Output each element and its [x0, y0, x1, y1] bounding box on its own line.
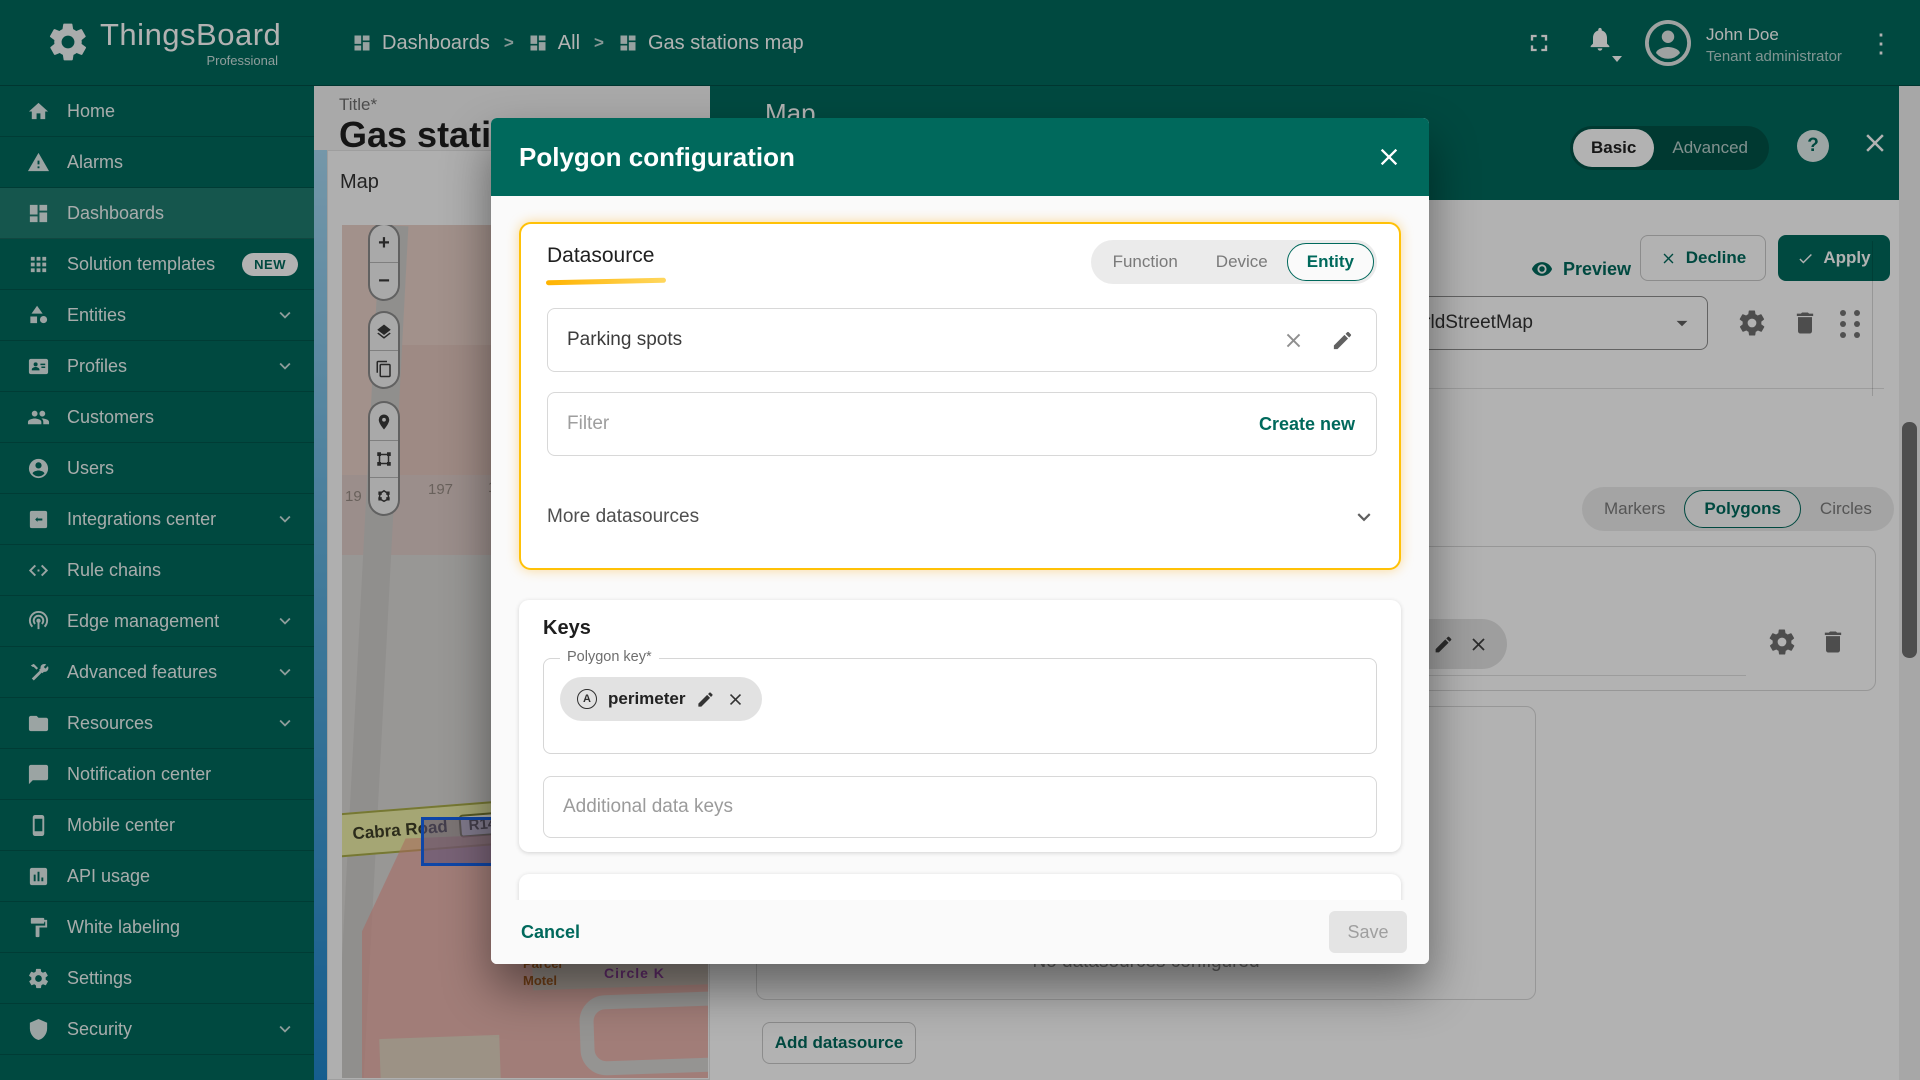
- dialog-close-icon[interactable]: [1375, 143, 1403, 171]
- create-new-filter-link[interactable]: Create new: [1259, 414, 1355, 435]
- keys-section: Keys Polygon key* A perimeter Additional…: [519, 600, 1401, 852]
- clear-entity-icon[interactable]: [1282, 329, 1305, 352]
- polygon-key-chip-label: perimeter: [608, 689, 685, 709]
- dialog-header: Polygon configuration: [491, 118, 1429, 196]
- toggle-function[interactable]: Function: [1094, 243, 1197, 281]
- keys-heading: Keys: [543, 617, 591, 640]
- dialog-title: Polygon configuration: [519, 142, 795, 173]
- datasource-highlight-underline: [546, 278, 666, 286]
- toggle-entity[interactable]: Entity: [1287, 243, 1374, 281]
- polygon-key-fieldset[interactable]: Polygon key* A perimeter: [543, 658, 1377, 754]
- filter-placeholder: Filter: [548, 413, 609, 435]
- datasource-type-toggle: Function Device Entity: [1091, 240, 1377, 284]
- chevron-down-icon: [1351, 504, 1377, 530]
- attribute-type-icon: A: [577, 689, 597, 709]
- more-datasources-expander[interactable]: More datasources: [547, 486, 1377, 548]
- thingsboard-app: ThingsBoard Professional Dashboards > Al…: [0, 0, 1920, 1080]
- dialog-footer: Cancel Save: [491, 900, 1429, 964]
- entity-field[interactable]: Parking spots: [547, 308, 1377, 372]
- polygon-key-label: Polygon key*: [560, 649, 659, 665]
- additional-keys-placeholder: Additional data keys: [544, 796, 733, 818]
- more-datasources-label: More datasources: [547, 506, 699, 528]
- remove-key-close-icon[interactable]: [726, 690, 745, 709]
- edit-key-pencil-icon[interactable]: [696, 690, 715, 709]
- cancel-button[interactable]: Cancel: [521, 922, 580, 943]
- polygon-configuration-dialog: Polygon configuration Datasource Functio…: [491, 118, 1429, 964]
- save-button[interactable]: Save: [1329, 911, 1407, 953]
- datasource-section: Datasource Function Device Entity Parkin…: [519, 222, 1401, 570]
- filter-field[interactable]: Filter Create new: [547, 392, 1377, 456]
- edit-entity-pencil-icon[interactable]: [1331, 329, 1354, 352]
- entity-value: Parking spots: [548, 329, 682, 351]
- polygon-key-chip[interactable]: A perimeter: [560, 677, 762, 721]
- toggle-device[interactable]: Device: [1197, 243, 1287, 281]
- datasource-heading: Datasource: [547, 244, 654, 268]
- additional-data-keys-field[interactable]: Additional data keys: [543, 776, 1377, 838]
